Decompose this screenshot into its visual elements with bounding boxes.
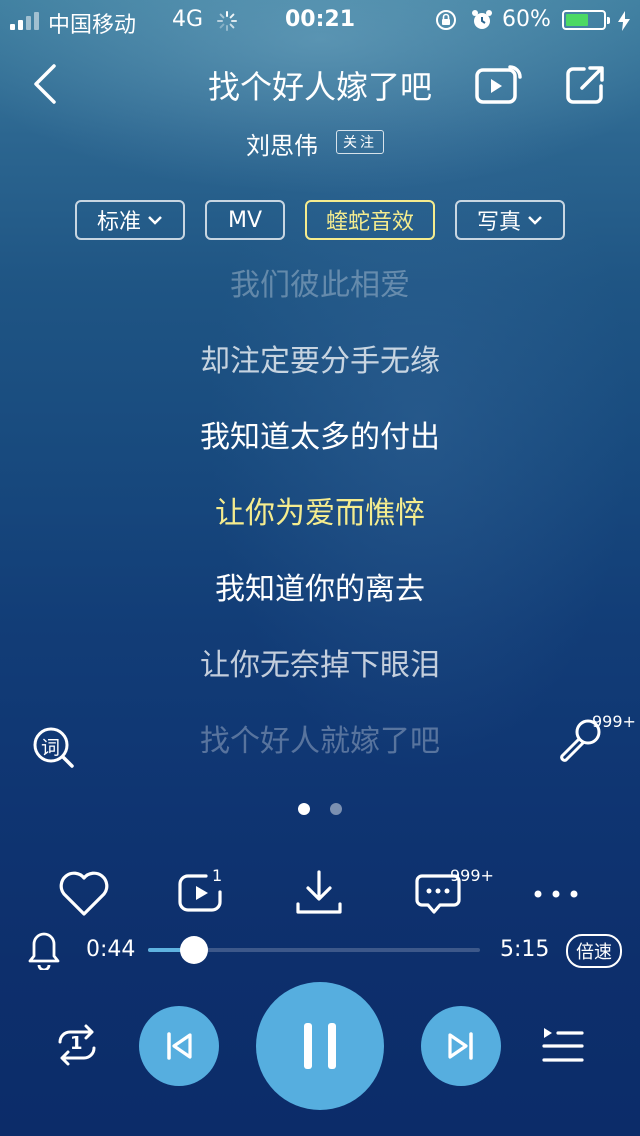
previous-button[interactable] [139,1006,219,1086]
comment-count: 999+ [450,866,494,885]
battery-icon [562,10,610,30]
cast-button[interactable] [474,64,524,106]
lyric-line[interactable]: 我知道你的离去 [0,564,640,608]
progress-knob[interactable] [180,936,209,964]
chevron-down-icon [148,216,162,225]
charging-icon [618,11,630,31]
song-title: 找个好人嫁了吧 [207,68,432,106]
page-dot[interactable] [330,803,342,815]
elapsed-time: 0:44 [86,937,136,962]
quality-selector[interactable]: 标准 [75,200,185,240]
share-button[interactable] [564,64,606,106]
chevron-down-icon [528,216,542,225]
total-time: 5:15 [500,937,550,962]
artist-name[interactable]: 刘思伟 [246,126,318,161]
lyric-line[interactable]: 我们彼此相爱 [0,260,640,304]
alarm-icon [472,10,492,29]
sound-effect-button[interactable]: 蝰蛇音效 [305,200,435,240]
page-dot-active[interactable] [298,803,310,815]
status-bar: 中国移动 4G 00:21 60% [0,0,640,40]
lyric-line[interactable]: 却注定要分手无缘 [0,336,640,380]
pause-icon [304,1023,336,1069]
photo-selector[interactable]: 写真 [455,200,565,240]
mv-button[interactable]: MV [205,200,285,240]
loop-mode-button[interactable]: 1 [52,1020,102,1070]
lyric-line[interactable]: 我知道太多的付出 [0,412,640,456]
battery-percent: 60% [502,7,551,32]
photo-label: 写真 [476,210,521,235]
playlist-button[interactable] [540,1024,586,1066]
sleep-timer-button[interactable] [26,930,62,970]
more-button[interactable] [532,880,580,908]
download-button[interactable] [294,868,344,918]
back-button[interactable] [30,62,60,106]
lyric-icon-label: 词 [41,737,61,759]
next-button[interactable] [421,1006,501,1086]
sound-effect-label: 蝰蛇音效 [325,210,414,235]
quality-label: 标准 [96,210,141,235]
like-button[interactable] [58,870,110,918]
karaoke-count: 999+ [592,712,636,731]
lyric-search-button[interactable]: 词 [32,726,74,768]
mv-label: MV [227,207,263,233]
lyric-line-current[interactable]: 让你为爱而憔悴 [0,488,640,532]
rotation-lock-icon [436,10,456,30]
loop-count: 1 [70,1033,83,1054]
skip-previous-icon [167,1032,192,1060]
lyric-line[interactable]: 让你无奈掉下眼泪 [0,640,640,684]
lyric-line[interactable]: 找个好人就嫁了吧 [0,716,640,760]
pause-button[interactable] [256,982,384,1110]
repeat-count: 1 [212,866,223,885]
playback-speed-button[interactable]: 倍速 [566,934,622,968]
skip-next-icon [448,1032,473,1060]
follow-button[interactable]: 关注 [336,130,384,154]
